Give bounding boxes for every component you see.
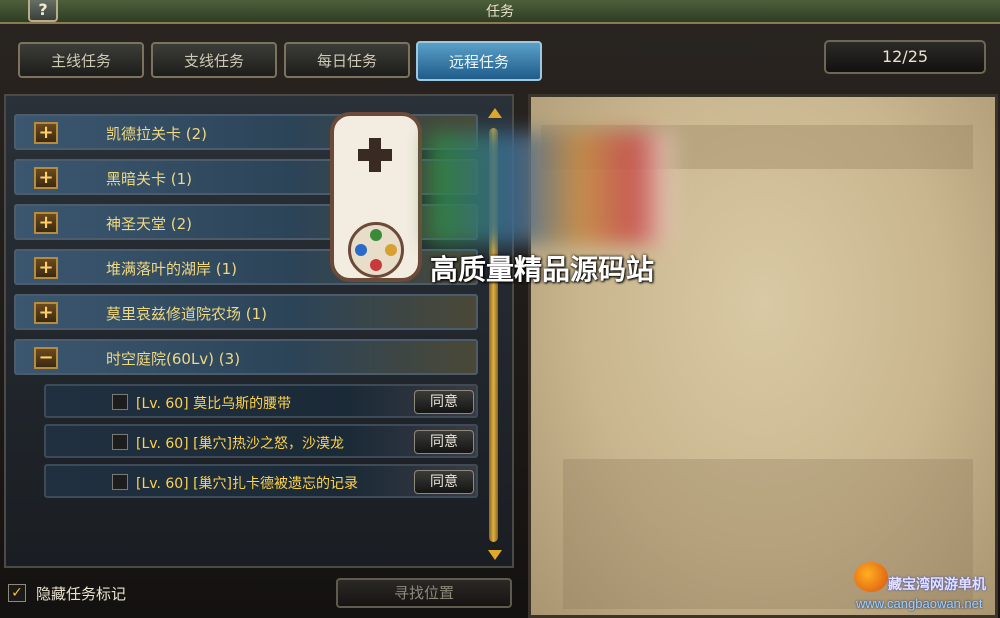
quest-checkbox[interactable]: [112, 474, 128, 490]
quest-label: [Lv. 60] [巢穴]热沙之怒，沙漠龙: [136, 436, 345, 452]
expand-icon[interactable]: +: [34, 167, 58, 189]
category-row[interactable]: + 莫里哀兹修道院农场 (1): [14, 294, 478, 330]
category-label: 堆满落叶的湖岸 (1): [106, 260, 238, 278]
category-label: 莫里哀兹修道院农场 (1): [106, 305, 268, 323]
expand-icon[interactable]: +: [34, 212, 58, 234]
quest-row[interactable]: [Lv. 60] 莫比乌斯的腰带 同意: [44, 384, 478, 418]
dpad-icon: [358, 138, 392, 172]
quest-row[interactable]: [Lv. 60] [巢穴]扎卡德被遗忘的记录 同意: [44, 464, 478, 498]
tab-side-quests[interactable]: 支线任务: [151, 42, 277, 78]
quest-label: [Lv. 60] 莫比乌斯的腰带: [136, 396, 292, 412]
accept-button[interactable]: 同意: [414, 390, 474, 414]
accept-button[interactable]: 同意: [414, 470, 474, 494]
window-title: 任务: [486, 4, 514, 20]
quest-checkbox[interactable]: [112, 434, 128, 450]
tab-daily-quests[interactable]: 每日任务: [284, 42, 410, 78]
help-button[interactable]: ?: [28, 0, 58, 22]
quest-label: [Lv. 60] [巢穴]扎卡德被遗忘的记录: [136, 476, 359, 492]
title-bar: 任务: [0, 0, 1000, 24]
scroll-down-arrow-icon[interactable]: [488, 550, 502, 560]
expand-icon[interactable]: +: [34, 122, 58, 144]
quest-count: 12/25: [824, 40, 986, 74]
find-location-button[interactable]: 寻找位置: [336, 578, 512, 608]
expand-icon[interactable]: +: [34, 257, 58, 279]
watermark-blur-logo: [428, 132, 672, 244]
site-logo-url: www.cangbaowan.net: [856, 596, 983, 611]
category-label: 神圣天堂 (2): [106, 215, 193, 233]
expand-icon[interactable]: +: [34, 302, 58, 324]
category-label: 时空庭院(60Lv) (3): [106, 350, 241, 368]
scroll-up-arrow-icon[interactable]: [488, 108, 502, 118]
accept-button[interactable]: 同意: [414, 430, 474, 454]
category-row-expanded[interactable]: − 时空庭院(60Lv) (3): [14, 339, 478, 375]
collapse-icon[interactable]: −: [34, 347, 58, 369]
site-logo-name: 藏宝湾网游单机: [888, 577, 986, 593]
tab-remote-quests[interactable]: 远程任务: [416, 41, 542, 81]
hide-quest-marker-label: 隐藏任务标记: [36, 585, 127, 603]
hide-quest-marker-checkbox[interactable]: ✓: [8, 584, 26, 602]
site-logo-icon: [854, 562, 888, 592]
gamepad-watermark-icon: [330, 112, 422, 282]
tab-main-quests[interactable]: 主线任务: [18, 42, 144, 78]
quest-checkbox[interactable]: [112, 394, 128, 410]
watermark-text: 高质量精品源码站: [430, 253, 655, 286]
quest-row[interactable]: [Lv. 60] [巢穴]热沙之怒，沙漠龙 同意: [44, 424, 478, 458]
quest-window: 任务 ? 主线任务 支线任务 每日任务 远程任务 12/25 + 凯德拉关卡 (…: [0, 0, 1000, 618]
category-label: 黑暗关卡 (1): [106, 170, 193, 188]
gamepad-buttons-icon: [348, 222, 404, 278]
category-label: 凯德拉关卡 (2): [106, 125, 208, 143]
